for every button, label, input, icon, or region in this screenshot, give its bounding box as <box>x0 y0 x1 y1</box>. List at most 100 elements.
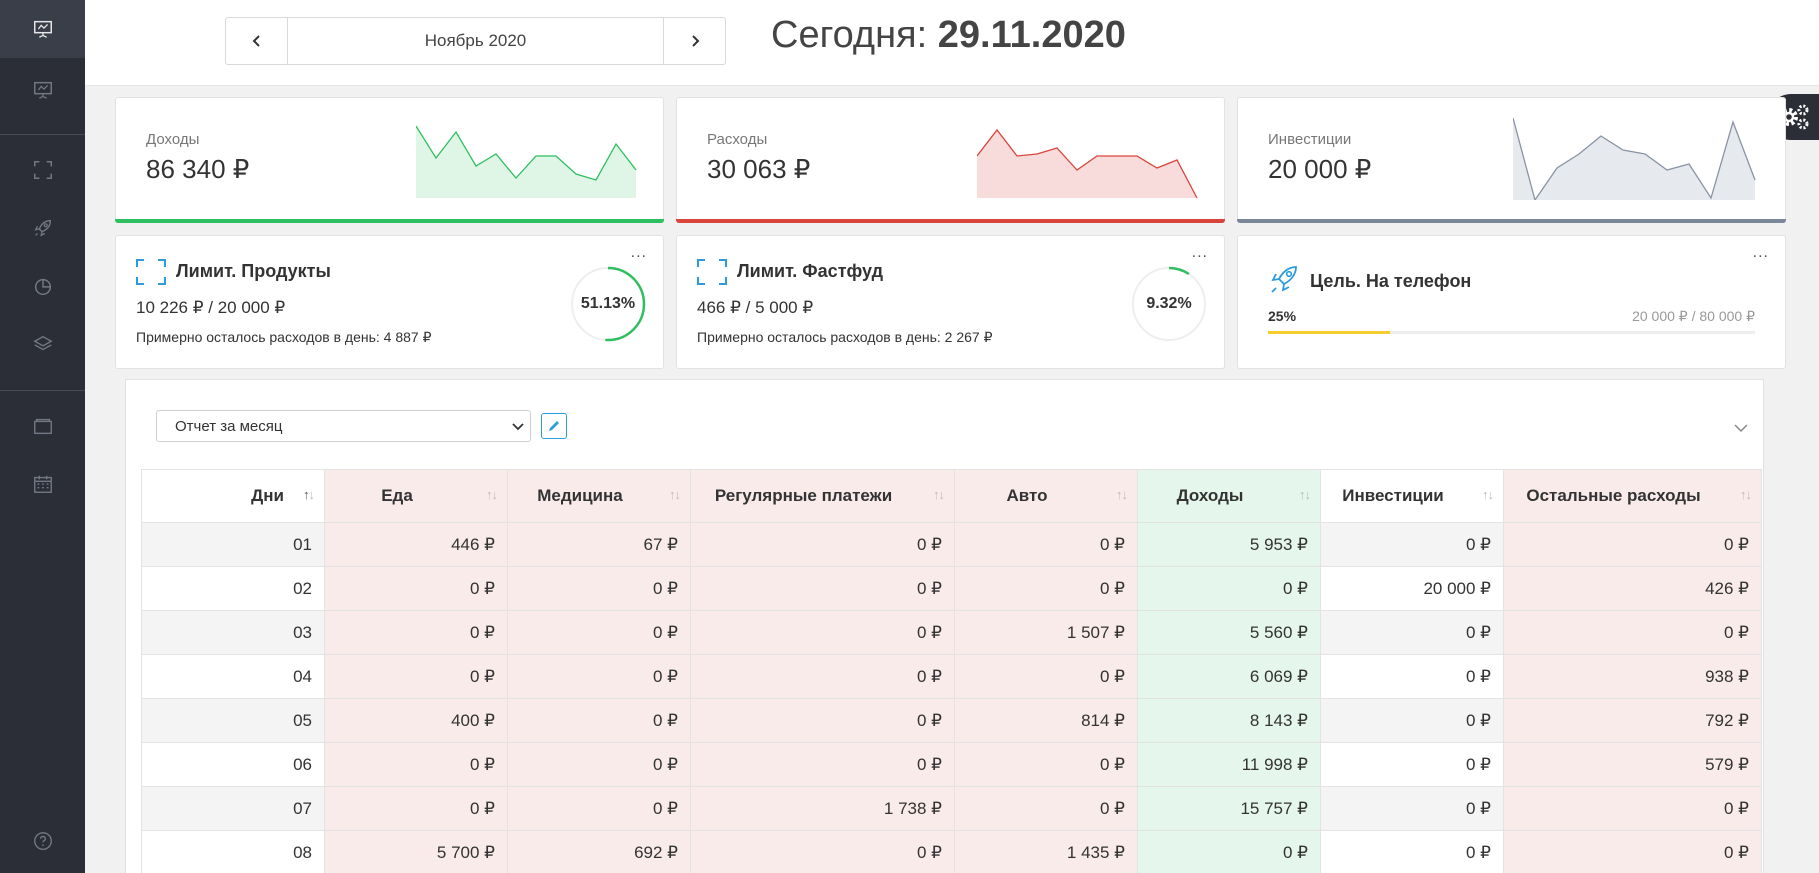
cell-other-expenses: 0 ₽ <box>1503 610 1762 655</box>
cell-medicine: 0 ₽ <box>507 742 691 787</box>
cell-regular-payments: 0 ₽ <box>690 698 955 743</box>
column-header-other-expenses[interactable]: Остальные расходы ↑↓ <box>1503 469 1762 523</box>
column-header-medicine[interactable]: Медицина ↑↓ <box>507 469 691 523</box>
cell-medicine: 0 ₽ <box>507 786 691 831</box>
pencil-icon <box>549 421 559 431</box>
sort-icon[interactable]: ↑↓ <box>1116 487 1128 502</box>
pie-chart-icon <box>34 278 51 295</box>
cell-income: 6 069 ₽ <box>1137 654 1321 699</box>
next-month-button[interactable] <box>664 18 725 64</box>
limit-card[interactable]: ... Лимит. Продукты 10 226 ₽ / 20 000 ₽ … <box>115 235 664 369</box>
more-menu-button[interactable]: ... <box>631 244 647 262</box>
sidebar-item-calendar[interactable] <box>0 455 85 513</box>
cell-other-expenses: 792 ₽ <box>1503 698 1762 743</box>
cell-regular-payments: 0 ₽ <box>690 654 955 699</box>
cell-income: 8 143 ₽ <box>1137 698 1321 743</box>
limit-amount: 10 226 ₽ / 20 000 ₽ <box>136 298 286 317</box>
table-header-row: Дни ↑↓ Еда ↑↓ Медицина ↑↓ Регулярные платежи ↑↓… <box>141 469 1762 523</box>
sidebar-divider <box>0 390 85 391</box>
cell-food: 446 ₽ <box>324 522 508 567</box>
cell-other-expenses: 0 ₽ <box>1503 522 1762 567</box>
chevron-down-icon <box>512 423 524 431</box>
cell-food: 0 ₽ <box>324 742 508 787</box>
more-menu-button[interactable]: ... <box>1753 244 1769 262</box>
column-header-days[interactable]: Дни ↑↓ <box>141 469 325 523</box>
cell-investments: 0 ₽ <box>1320 830 1504 873</box>
cell-medicine: 67 ₽ <box>507 522 691 567</box>
sidebar-item-reports[interactable] <box>0 61 85 119</box>
scan-frame-icon <box>697 259 727 285</box>
cell-income: 15 757 ₽ <box>1137 786 1321 831</box>
rocket-icon <box>1271 266 1297 293</box>
cell-regular-payments: 1 738 ₽ <box>690 786 955 831</box>
expense-card[interactable]: Расходы 30 063 ₽ <box>676 97 1225 223</box>
cell-other-expenses: 0 ₽ <box>1503 830 1762 873</box>
column-header-investments[interactable]: Инвестиции ↑↓ <box>1320 469 1504 523</box>
sidebar-item-categories[interactable] <box>0 315 85 373</box>
sort-icon[interactable]: ↑↓ <box>933 487 945 502</box>
cell-other-expenses: 0 ₽ <box>1503 786 1762 831</box>
cell-days: 07 <box>141 786 325 831</box>
table-row: 07 0 ₽0 ₽1 738 ₽0 ₽15 757 ₽0 ₽0 ₽ <box>141 786 1762 831</box>
cell-days: 03 <box>141 610 325 655</box>
layers-icon <box>32 335 53 351</box>
header: Ноябрь 2020 Сегодня: 29.11.2020 <box>85 0 1819 86</box>
sidebar-item-help[interactable] <box>0 812 85 870</box>
limit-title: Лимит. Фастфуд <box>737 261 884 281</box>
sidebar-item-goals[interactable] <box>0 199 85 257</box>
sort-icon[interactable]: ↑↓ <box>303 487 315 502</box>
cell-auto: 0 ₽ <box>954 566 1138 611</box>
table-row: 03 0 ₽0 ₽0 ₽1 507 ₽5 560 ₽0 ₽0 ₽ <box>141 610 1762 655</box>
cell-investments: 0 ₽ <box>1320 786 1504 831</box>
cell-auto: 0 ₽ <box>954 786 1138 831</box>
column-header-regular-payments[interactable]: Регулярные платежи ↑↓ <box>690 469 955 523</box>
cell-regular-payments: 0 ₽ <box>690 742 955 787</box>
sidebar-item-limits[interactable] <box>0 141 85 199</box>
goal-progress-track <box>1268 331 1755 334</box>
investment-bar <box>1237 219 1786 223</box>
column-header-label: Остальные расходы <box>1526 486 1701 505</box>
investment-card[interactable]: Инвестиции 20 000 ₽ <box>1237 97 1786 223</box>
collapse-chevron-icon[interactable] <box>1733 420 1749 436</box>
limit-daily-note: Примерно осталось расходов в день: 2 267… <box>697 329 993 345</box>
current-month[interactable]: Ноябрь 2020 <box>287 18 664 64</box>
sidebar-item-accounts[interactable] <box>0 397 85 455</box>
more-menu-button[interactable]: ... <box>1192 244 1208 262</box>
table-row: 05 400 ₽0 ₽0 ₽814 ₽8 143 ₽0 ₽792 ₽ <box>141 698 1762 743</box>
chevron-left-icon <box>252 35 260 47</box>
sort-icon[interactable]: ↑↓ <box>1482 487 1494 502</box>
report-type-value: Отчет за месяц <box>175 417 283 435</box>
sort-icon[interactable]: ↑↓ <box>669 487 681 502</box>
cell-investments: 0 ₽ <box>1320 742 1504 787</box>
cell-income: 5 953 ₽ <box>1137 522 1321 567</box>
cell-food: 5 700 ₽ <box>324 830 508 873</box>
sort-icon[interactable]: ↑↓ <box>486 487 498 502</box>
sidebar-divider <box>0 134 85 135</box>
column-header-food[interactable]: Еда ↑↓ <box>324 469 508 523</box>
report-type-select[interactable]: Отчет за месяц <box>156 410 531 442</box>
presentation-icon <box>33 81 52 99</box>
sidebar-item-dashboard[interactable] <box>0 0 85 58</box>
cell-investments: 0 ₽ <box>1320 522 1504 567</box>
cell-other-expenses: 579 ₽ <box>1503 742 1762 787</box>
sort-icon[interactable]: ↑↓ <box>1740 487 1752 502</box>
income-card[interactable]: Доходы 86 340 ₽ <box>115 97 664 223</box>
investment-label: Инвестиции <box>1268 131 1352 148</box>
sidebar-item-statistics[interactable] <box>0 257 85 315</box>
cell-food: 0 ₽ <box>324 786 508 831</box>
prev-month-button[interactable] <box>226 18 287 64</box>
report-panel: Отчет за месяц Дни ↑↓ Еда ↑↓ Медицина ↑↓ Регул… <box>125 379 1764 873</box>
income-bar <box>115 219 664 223</box>
table-body: 01 446 ₽67 ₽0 ₽0 ₽5 953 ₽0 ₽0 ₽02 0 ₽0 ₽0 … <box>141 522 1762 873</box>
limit-card[interactable]: ... Лимит. Фастфуд 466 ₽ / 5 000 ₽ Приме… <box>676 235 1225 369</box>
cell-medicine: 0 ₽ <box>507 654 691 699</box>
goal-card[interactable]: ... Цель. На телефон 25% 20 000 ₽ / 80 0… <box>1237 235 1786 369</box>
column-header-auto[interactable]: Авто ↑↓ <box>954 469 1138 523</box>
sort-icon[interactable]: ↑↓ <box>1299 487 1311 502</box>
column-header-income[interactable]: Доходы ↑↓ <box>1137 469 1321 523</box>
edit-report-button[interactable] <box>541 413 567 439</box>
cell-regular-payments: 0 ₽ <box>690 566 955 611</box>
column-header-label: Регулярные платежи <box>714 486 893 505</box>
today-label: Сегодня: <box>771 14 928 56</box>
month-navigator: Ноябрь 2020 <box>225 17 726 65</box>
